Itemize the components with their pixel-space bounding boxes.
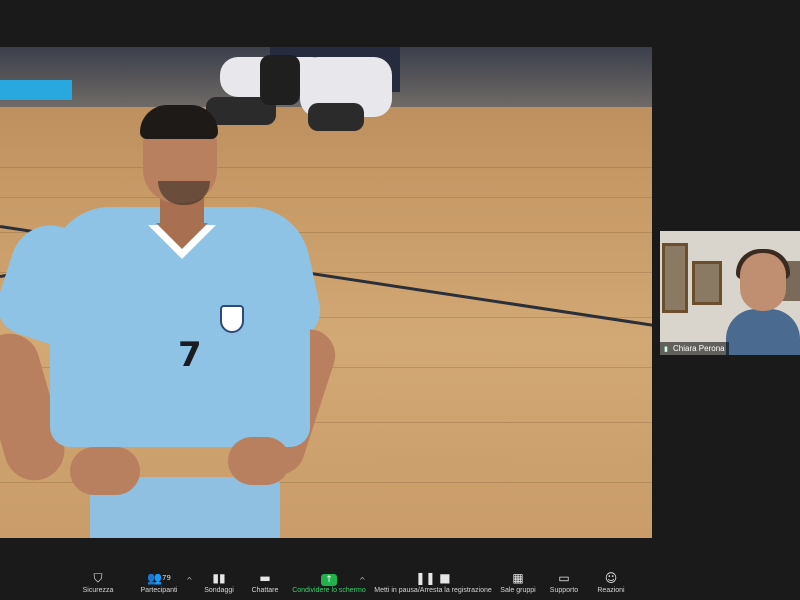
shield-icon: ⛉ [93, 571, 103, 585]
polls-icon: ▮▮ [212, 571, 226, 585]
support-icon: ▭ [558, 571, 570, 585]
futsal-player: 7 [0, 105, 342, 538]
participant-name-label: ▮ Chiara Perona [660, 342, 729, 355]
participants-button[interactable]: 👥79 Partecipanti [136, 570, 182, 596]
polls-button[interactable]: ▮▮ Sondaggi [202, 570, 236, 596]
zoom-meeting-window: 7 ▭ ⚙ ▣ ⤡ ▮ Chiara Perona ⛉ Sicurezza 👥79… [0, 0, 800, 600]
participant-video-tile[interactable]: ▮ Chiara Perona [660, 231, 800, 355]
chat-icon: ▬ [259, 571, 271, 585]
participants-count: 79 [162, 574, 171, 582]
security-button[interactable]: ⛉ Sicurezza [82, 570, 114, 596]
participants-caret-icon[interactable]: ^ [186, 576, 193, 585]
breakout-rooms-button[interactable]: ▦ Sale gruppi [498, 570, 538, 596]
jersey-number: 7 [178, 335, 202, 375]
pause-stop-icon: ❚❚ ■ [415, 571, 451, 585]
pause-stop-recording-button[interactable]: ❚❚ ■ Metti in pausa/Arresta la registraz… [374, 570, 492, 596]
video-overlay-strip [0, 80, 72, 100]
participant-name: Chiara Perona [673, 344, 725, 353]
meeting-toolbar: ⛉ Sicurezza 👥79 Partecipanti ^ ▮▮ Sondag… [0, 570, 800, 600]
signal-bars-icon: ▮ [664, 346, 668, 353]
reactions-icon: ☺ [604, 571, 618, 585]
support-button[interactable]: ▭ Supporto [546, 570, 582, 596]
shared-screen-video[interactable]: 7 ▭ ⚙ ▣ ⤡ [0, 47, 652, 538]
chat-button[interactable]: ▬ Chattare [248, 570, 282, 596]
share-screen-button[interactable]: ↑ Condividere lo schermo [292, 570, 366, 596]
share-screen-icon: ↑ [321, 574, 337, 586]
share-caret-icon[interactable]: ^ [359, 576, 366, 585]
participants-icon: 👥 [147, 571, 163, 585]
reactions-button[interactable]: ☺ Reazioni [594, 570, 628, 596]
breakout-rooms-icon: ▦ [512, 571, 524, 585]
team-crest-icon [220, 305, 244, 333]
